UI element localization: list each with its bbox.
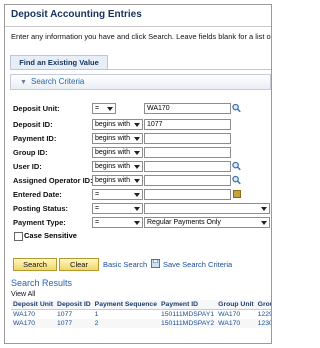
assigned-operator-id-operator[interactable]: begins with <box>92 175 143 186</box>
column-header: Payment Sequence <box>92 300 159 310</box>
user-id-magnifier-icon[interactable] <box>232 161 241 171</box>
payment-id-input[interactable] <box>144 133 231 144</box>
group-id-cell[interactable]: 1229 <box>256 310 271 320</box>
column-header: Group Unit <box>216 300 256 310</box>
group-unit-cell[interactable]: WA170 <box>216 319 256 328</box>
deposit-id-cell[interactable]: 1077 <box>55 310 93 320</box>
view-all-link[interactable]: View All <box>11 291 35 298</box>
group-id-input[interactable] <box>144 147 231 158</box>
case-sensitive-checkbox[interactable] <box>14 232 23 241</box>
group-id-label: Group ID: <box>13 148 48 157</box>
tab-find-existing-value[interactable]: Find an Existing Value <box>10 55 108 69</box>
deposit-unit-operator[interactable]: = <box>92 103 116 114</box>
basic-search-link[interactable]: Basic Search <box>103 260 147 269</box>
clear-button[interactable]: Clear <box>59 258 99 271</box>
column-header: Group ID <box>255 300 271 310</box>
deposit-id-input[interactable]: 1077 <box>144 119 231 130</box>
table-row[interactable]: WA170 1077 2 150111MDSPAY2 WA170 1230 <box>11 319 271 328</box>
search-criteria-header[interactable]: ▼ Search Criteria <box>10 74 271 90</box>
column-header: Deposit ID <box>55 300 93 310</box>
group-id-cell[interactable]: 1230 <box>255 319 271 328</box>
results-header-row: Deposit Unit Deposit ID Payment Sequence… <box>11 300 271 310</box>
deposit-id-cell[interactable]: 1077 <box>55 319 93 328</box>
column-header: Payment ID <box>159 300 217 310</box>
search-results-title: Search Results <box>11 278 73 288</box>
search-button[interactable]: Search <box>13 258 57 271</box>
calendar-icon[interactable] <box>233 190 241 198</box>
search-criteria-label: Search Criteria <box>31 77 85 86</box>
page-title: Deposit Accounting Entries <box>11 9 142 20</box>
triangle-down-icon: ▼ <box>20 79 27 86</box>
deposit-id-operator[interactable]: begins with <box>92 119 143 130</box>
tab-divider <box>10 69 271 70</box>
entered-date-operator[interactable]: = <box>92 189 143 200</box>
user-id-input[interactable] <box>144 161 231 172</box>
payment-type-operator[interactable]: = <box>92 217 143 228</box>
deposit-unit-magnifier-icon[interactable] <box>232 103 241 113</box>
instructions-text: Enter any information you have and click… <box>11 32 271 41</box>
save-icon[interactable] <box>151 259 160 268</box>
payment-id-cell[interactable]: 150111MDSPAY2 <box>159 319 217 328</box>
deposit-unit-cell[interactable]: WA170 <box>11 319 56 328</box>
payment-id-operator[interactable]: begins with <box>92 133 143 144</box>
entered-date-input[interactable] <box>144 189 231 200</box>
user-id-operator[interactable]: begins with <box>92 161 143 172</box>
entered-date-label: Entered Date: <box>13 190 62 199</box>
save-search-criteria-link[interactable]: Save Search Criteria <box>163 260 232 269</box>
column-header: Deposit Unit <box>11 300 56 310</box>
payment-id-cell[interactable]: 150111MDSPAY1 <box>159 310 216 320</box>
payment-id-label: Payment ID: <box>13 134 57 143</box>
search-results-table: Deposit Unit Deposit ID Payment Sequence… <box>11 300 271 328</box>
deposit-unit-input[interactable]: WA170 <box>144 103 231 114</box>
assigned-operator-id-label: Assigned Operator ID: <box>13 176 93 185</box>
user-id-label: User ID: <box>13 162 42 171</box>
assigned-operator-id-input[interactable] <box>144 175 231 186</box>
deposit-unit-label: Deposit Unit: <box>13 104 60 113</box>
deposit-id-label: Deposit ID: <box>13 120 53 129</box>
payment-sequence-cell[interactable]: 2 <box>92 319 159 328</box>
title-divider <box>5 26 271 27</box>
payment-sequence-cell[interactable]: 1 <box>93 310 159 320</box>
group-id-operator[interactable]: begins with <box>92 147 143 158</box>
page-frame: Deposit Accounting Entries Enter any inf… <box>4 4 272 344</box>
group-unit-cell[interactable]: WA170 <box>216 310 256 320</box>
payment-type-label: Payment Type: <box>13 218 66 227</box>
deposit-unit-cell[interactable]: WA170 <box>11 310 55 320</box>
case-sensitive-label: Case Sensitive <box>24 231 77 240</box>
payment-type-select[interactable]: Regular Payments Only <box>144 217 270 228</box>
table-row[interactable]: WA170 1077 1 150111MDSPAY1 WA170 1229 <box>11 310 271 320</box>
posting-status-label: Posting Status: <box>13 204 69 213</box>
posting-status-operator[interactable]: = <box>92 203 143 214</box>
assigned-operator-id-magnifier-icon[interactable] <box>232 175 241 185</box>
posting-status-select[interactable] <box>144 203 270 214</box>
